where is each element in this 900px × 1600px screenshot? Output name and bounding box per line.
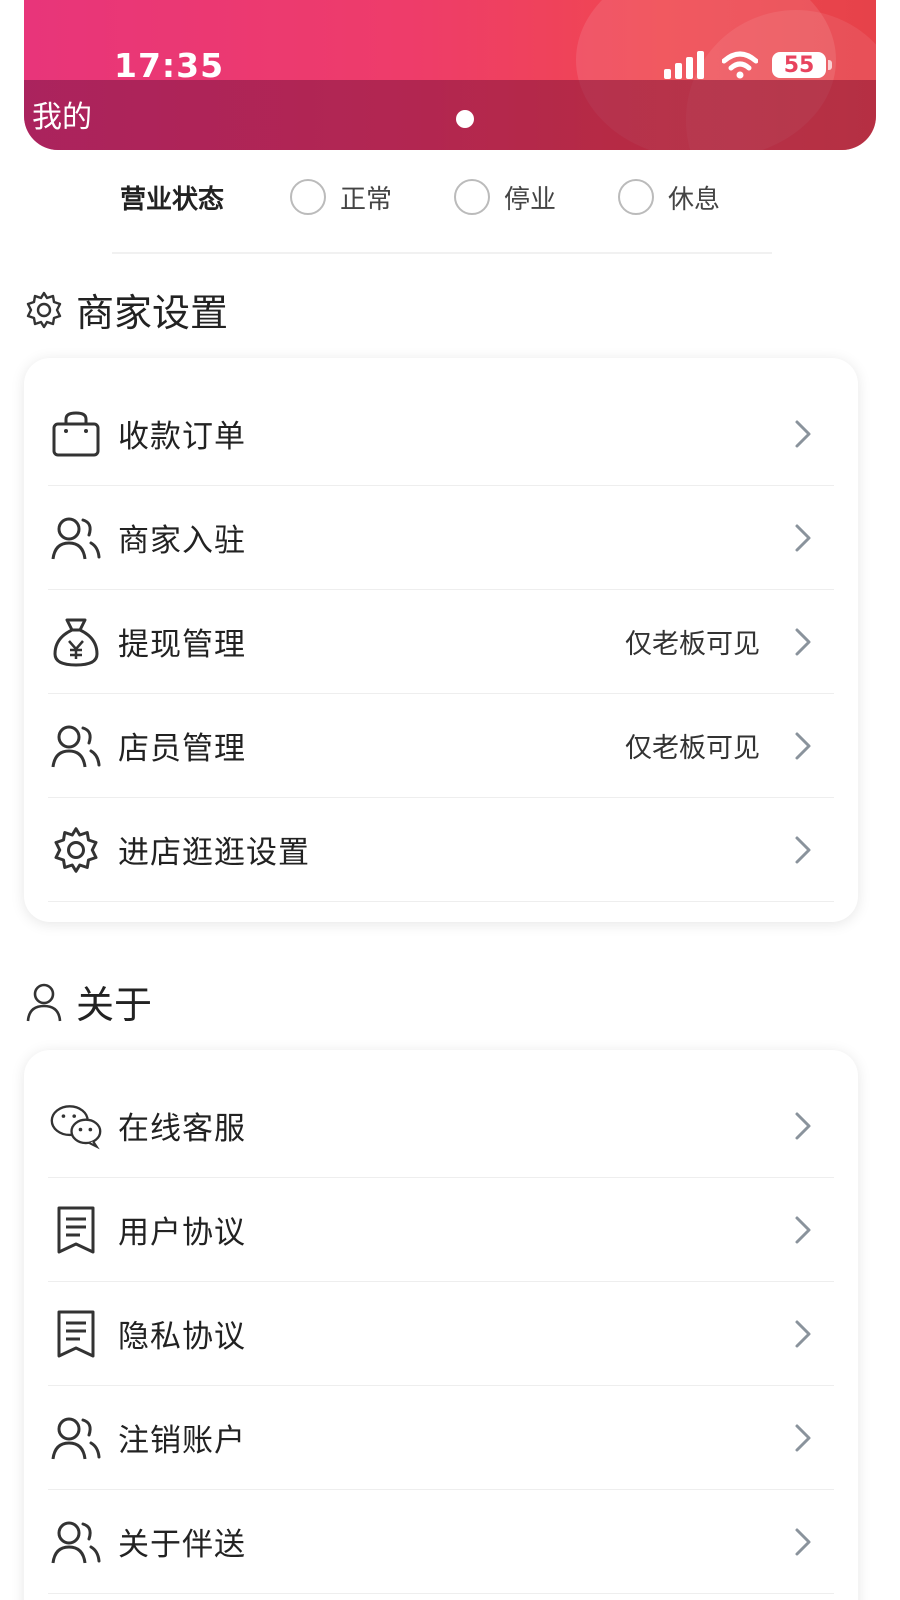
money-bag-icon	[50, 616, 102, 668]
users-icon	[50, 512, 102, 564]
wechat-chat-icon	[50, 1100, 102, 1152]
status-option-suspended[interactable]: 停业	[454, 179, 556, 216]
users-icon	[50, 720, 102, 772]
status-time: 17:35	[114, 46, 225, 85]
users-icon	[50, 1516, 102, 1568]
menu-item-payment-orders[interactable]: 收款订单	[48, 382, 834, 486]
visibility-hint: 仅老板可见	[625, 629, 760, 660]
chevron-right-icon	[795, 732, 811, 759]
document-icon	[50, 1204, 102, 1256]
chevron-right-icon	[795, 1216, 811, 1243]
battery-indicator: 55	[772, 52, 832, 78]
menu-item-delete-account[interactable]: 注销账户	[48, 1386, 834, 1490]
about-card: 在线客服 用户协议 隐私协议 注销账户 关于伴送	[24, 1050, 858, 1600]
gear-icon	[50, 824, 102, 876]
document-icon	[50, 1308, 102, 1360]
menu-item-privacy-agreement[interactable]: 隐私协议	[48, 1282, 834, 1386]
chevron-right-icon	[795, 524, 811, 551]
merchant-settings-card: 收款订单 商家入驻 提现管理 仅老板可见 店员管理 仅老板可见 进店逛逛设置	[24, 358, 858, 922]
profile-header: 17:35 55 我的	[24, 0, 876, 150]
chevron-right-icon	[795, 1320, 811, 1347]
radio-circle[interactable]	[454, 179, 491, 215]
radio-circle[interactable]	[618, 179, 655, 215]
menu-item-store-browse-settings[interactable]: 进店逛逛设置	[48, 798, 834, 902]
status-icons: 55	[664, 50, 832, 80]
about-heading: 关于	[24, 974, 152, 1029]
status-option-resting[interactable]: 休息	[618, 179, 720, 216]
chevron-right-icon	[795, 420, 811, 447]
section-title: 关于	[76, 983, 153, 1027]
menu-item-online-support[interactable]: 在线客服	[48, 1074, 834, 1178]
chevron-right-icon	[795, 628, 811, 655]
shopping-bag-icon	[50, 408, 102, 460]
divider	[112, 252, 772, 254]
menu-item-about-bansong[interactable]: 关于伴送	[48, 1490, 834, 1594]
menu-item-staff-management[interactable]: 店员管理 仅老板可见	[48, 694, 834, 798]
chevron-right-icon	[795, 836, 811, 863]
radio-circle[interactable]	[290, 179, 326, 215]
menu-item-merchant-onboarding[interactable]: 商家入驻	[48, 486, 834, 590]
chevron-right-icon	[795, 1424, 811, 1451]
menu-item-withdrawal-management[interactable]: 提现管理 仅老板可见	[48, 590, 834, 694]
cellular-signal-icon	[664, 51, 704, 79]
merchant-settings-heading: 商家设置	[24, 282, 228, 337]
menu-item-user-agreement[interactable]: 用户协议	[48, 1178, 834, 1282]
wifi-icon	[722, 51, 758, 79]
chevron-right-icon	[795, 1528, 811, 1555]
users-icon	[50, 1412, 102, 1464]
my-page: 17:35 55 我的 营业状态 正常 停业 休息 商家设置 收款订单 商家入驻…	[0, 0, 900, 1600]
chevron-right-icon	[795, 1112, 811, 1139]
business-status-row: 营业状态 正常 停业 休息	[120, 172, 782, 222]
status-option-normal[interactable]: 正常	[290, 179, 392, 216]
gear-icon	[26, 291, 62, 328]
section-title: 商家设置	[76, 291, 229, 335]
page-indicator-dot	[456, 110, 474, 128]
user-icon	[26, 983, 62, 1021]
business-status-label: 营业状态	[120, 184, 225, 215]
visibility-hint: 仅老板可见	[625, 733, 760, 764]
page-title: 我的	[32, 100, 92, 135]
